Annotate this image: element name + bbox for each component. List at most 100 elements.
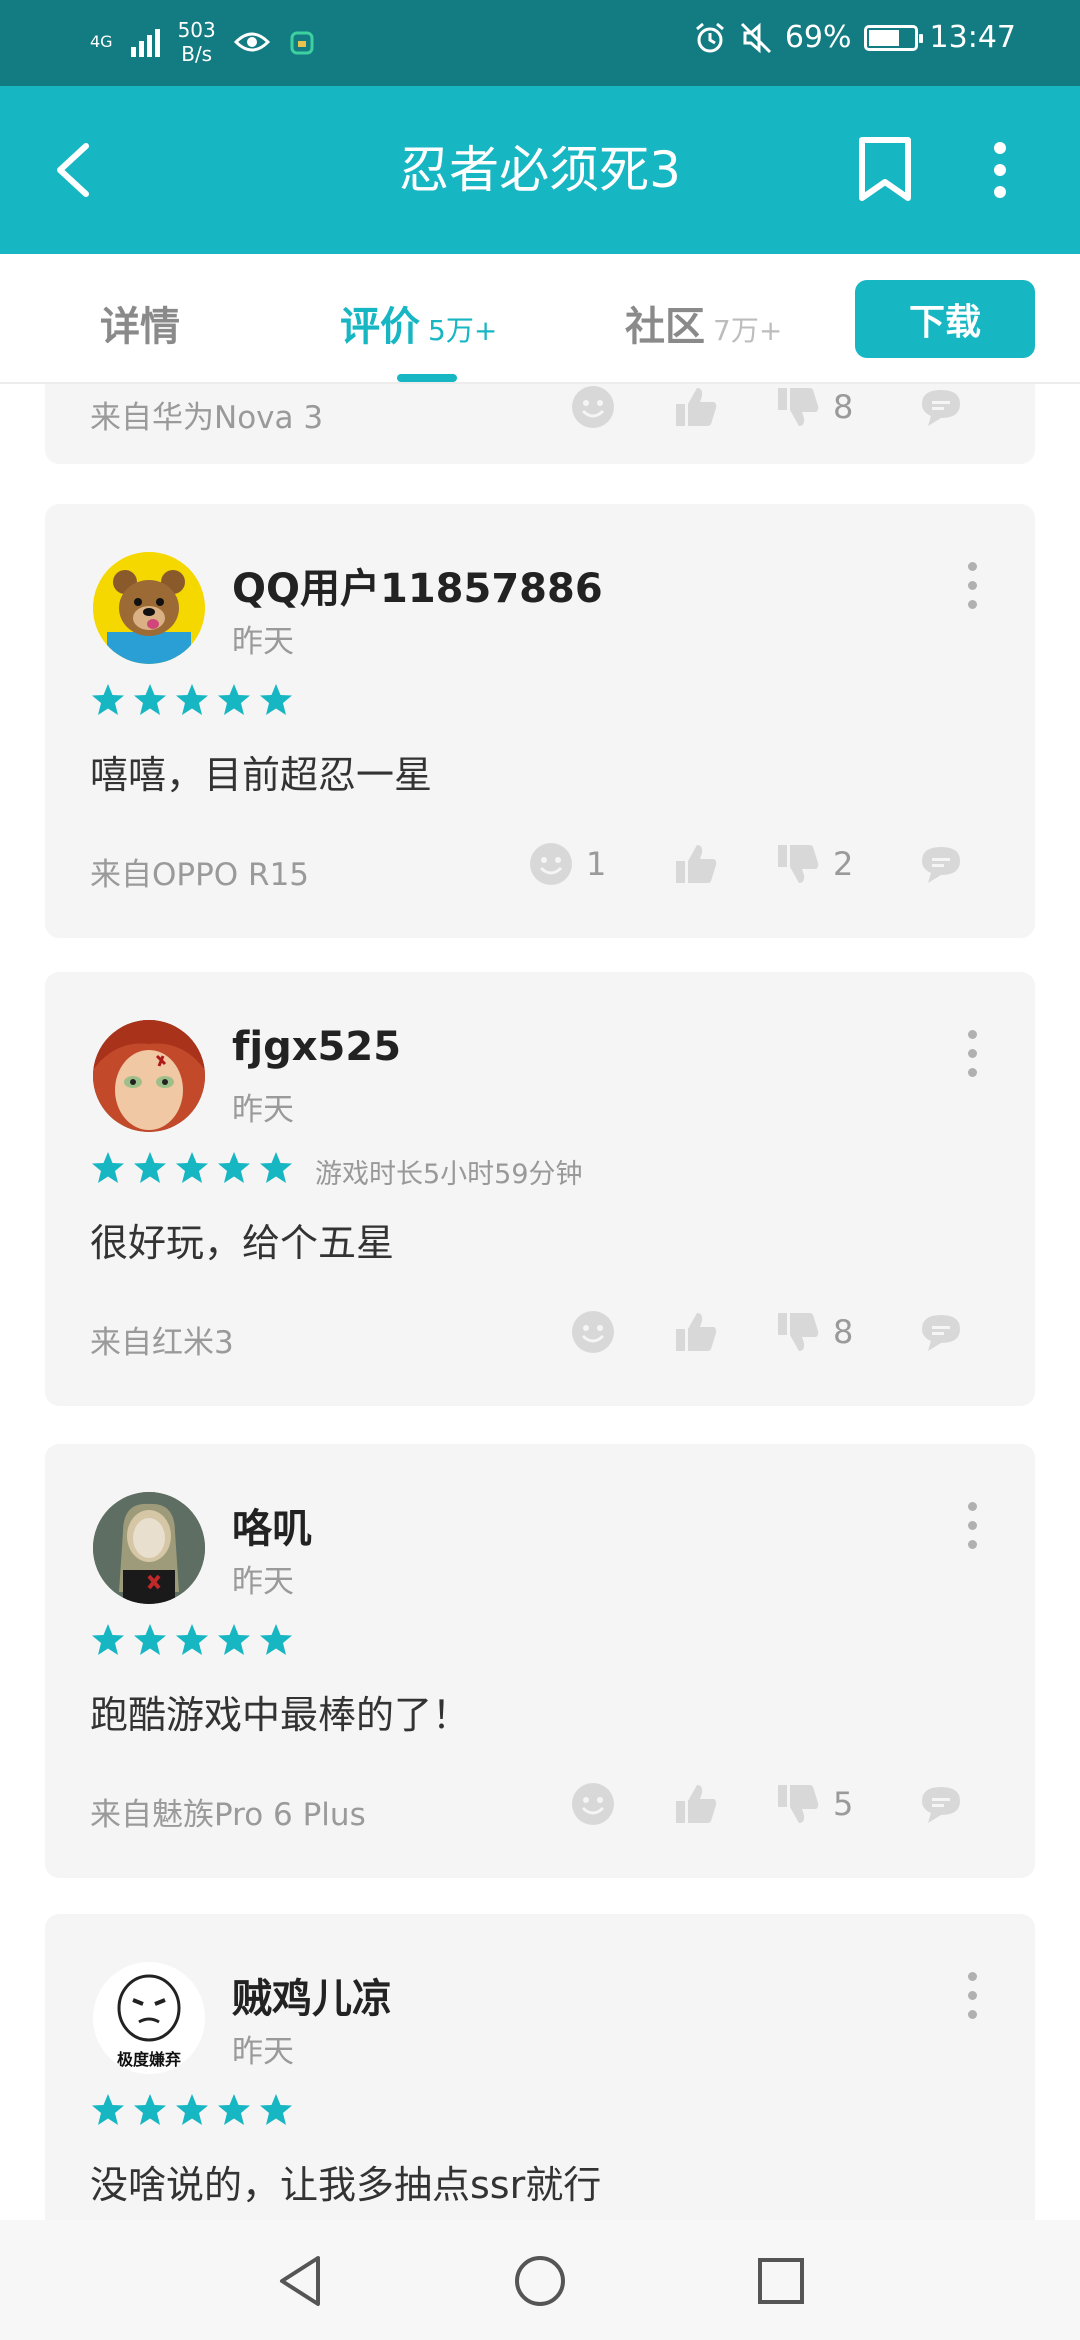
tab-details[interactable]: 详情 [100,294,180,354]
tab-reviews[interactable]: 评价 5万+ [340,294,497,354]
dislike-count: 5 [833,1785,854,1823]
smiley-icon [530,843,572,885]
like-button[interactable] [673,839,731,889]
alarm-icon [695,22,724,52]
reply-button[interactable] [918,384,964,432]
review-card: QQ用户11857886 昨天 嘻嘻，目前超忍一星 来自OPPO R15 1 2 [45,504,1035,938]
person-photo-avatar-icon [93,1492,205,1604]
download-button[interactable]: 下载 [855,280,1035,358]
star-icon [134,1152,166,1183]
battery-fill [868,29,899,46]
star-icon [134,684,166,715]
more-options-icon[interactable] [965,1030,979,1078]
dislike-count: 8 [833,388,854,426]
review-list[interactable]: 来自华为Nova 3 8 QQ用户11857886 昨天 嘻嘻，目前超忍一星 来… [0,384,1080,2220]
play-time: 游戏时长5小时59分钟 [315,1159,583,1190]
tab-reviews-count: 5万+ [428,314,498,347]
dislike-button[interactable]: 2 [775,839,853,889]
review-text: 没啥说的，让我多抽点ssr就行 [90,2163,602,2207]
star-icon [218,2094,250,2125]
comment-icon [922,390,960,426]
funny-button[interactable]: 1 [528,839,606,889]
review-card: fjgx525 昨天 游戏时长5小时59分钟 很好玩，给个五星 来自红米3 8 [45,972,1035,1406]
tab-details-label: 详情 [100,304,180,350]
comment-icon [922,1315,960,1351]
like-button[interactable] [673,1779,731,1829]
dislike-count: 2 [833,845,854,883]
star-icon [92,1624,124,1655]
username[interactable]: fjgx525 [232,1024,401,1070]
star-icon [92,1152,124,1183]
star-icon [260,1624,292,1655]
thumbs-up-icon [676,1785,717,1823]
star-icon [176,684,208,715]
more-options-icon[interactable] [980,138,1020,202]
like-button[interactable] [673,384,731,432]
clock: 13:47 [929,20,1016,55]
like-button[interactable] [673,1307,731,1357]
reply-button[interactable] [918,1307,964,1357]
review-card: 咯叽 昨天 跑酷游戏中最棒的了！ 来自魅族Pro 6 Plus 5 [45,1444,1035,1878]
reply-button[interactable] [918,839,964,889]
thumbs-down-icon [778,1785,819,1823]
funny-count: 1 [586,845,607,883]
dislike-button[interactable]: 8 [775,384,853,432]
thumbs-up-icon [676,1313,717,1351]
more-options-icon[interactable] [965,562,979,610]
bear-avatar-icon [93,552,205,664]
review-text: 跑酷游戏中最棒的了！ [90,1693,471,1737]
funny-button[interactable] [570,1307,628,1357]
page-title: 忍者必须死3 [399,141,681,199]
smiley-icon [572,386,614,428]
funny-button[interactable] [570,1779,628,1829]
star-icon [218,684,250,715]
avatar-caption: 极度嫌弃 [116,2050,181,2069]
star-icon [134,2094,166,2125]
review-date: 昨天 [232,1092,294,1128]
dislike-button[interactable]: 5 [775,1779,853,1829]
nav-home-icon[interactable] [511,2252,569,2310]
more-options-icon[interactable] [965,1502,979,1550]
avatar[interactable]: 极度嫌弃 [93,1962,205,2074]
star-icon [134,1624,166,1655]
nav-recents-icon[interactable] [752,2252,810,2310]
network-speed: 503 B/s [178,18,216,66]
tab-reviews-label: 评价 [340,304,420,350]
star-rating [90,682,294,718]
review-card-partial: 来自华为Nova 3 8 [45,384,1035,464]
dislike-count: 8 [833,1313,854,1351]
speed-unit: B/s [181,42,213,66]
star-icon [260,2094,292,2125]
star-rating [90,1150,294,1186]
review-actions: 5 [45,1779,1035,1829]
username[interactable]: 贼鸡儿凉 [232,1966,392,2024]
star-rating [90,2092,294,2128]
avatar[interactable] [93,1492,205,1604]
star-rating [90,1622,294,1658]
bookmark-icon[interactable] [856,136,914,204]
star-icon [176,1152,208,1183]
star-icon [92,2094,124,2125]
funny-button[interactable] [570,384,628,432]
more-options-icon[interactable] [965,1972,979,2020]
avatar[interactable] [93,552,205,664]
comment-icon [922,847,960,883]
review-text: 很好玩，给个五星 [90,1221,395,1265]
username[interactable]: 咯叽 [232,1496,312,1554]
review-actions: 8 [45,1307,1035,1357]
app-bar: 忍者必须死3 [0,86,1080,254]
speed-value: 503 [177,18,216,42]
star-icon [92,684,124,715]
username[interactable]: QQ用户11857886 [232,556,603,614]
review-text: 嘻嘻，目前超忍一星 [90,753,433,797]
thumbs-up-icon [676,388,717,426]
thumbs-up-icon [676,845,717,883]
tab-community[interactable]: 社区 7万+ [625,294,782,354]
nav-back-icon[interactable] [272,2252,330,2310]
status-left-group: 4G 503 B/s [90,18,316,66]
reply-button[interactable] [918,1779,964,1829]
dislike-button[interactable]: 8 [775,1307,853,1357]
battery-percent: 69% [784,20,852,55]
avatar[interactable] [93,1020,205,1132]
eye-icon [233,32,270,52]
